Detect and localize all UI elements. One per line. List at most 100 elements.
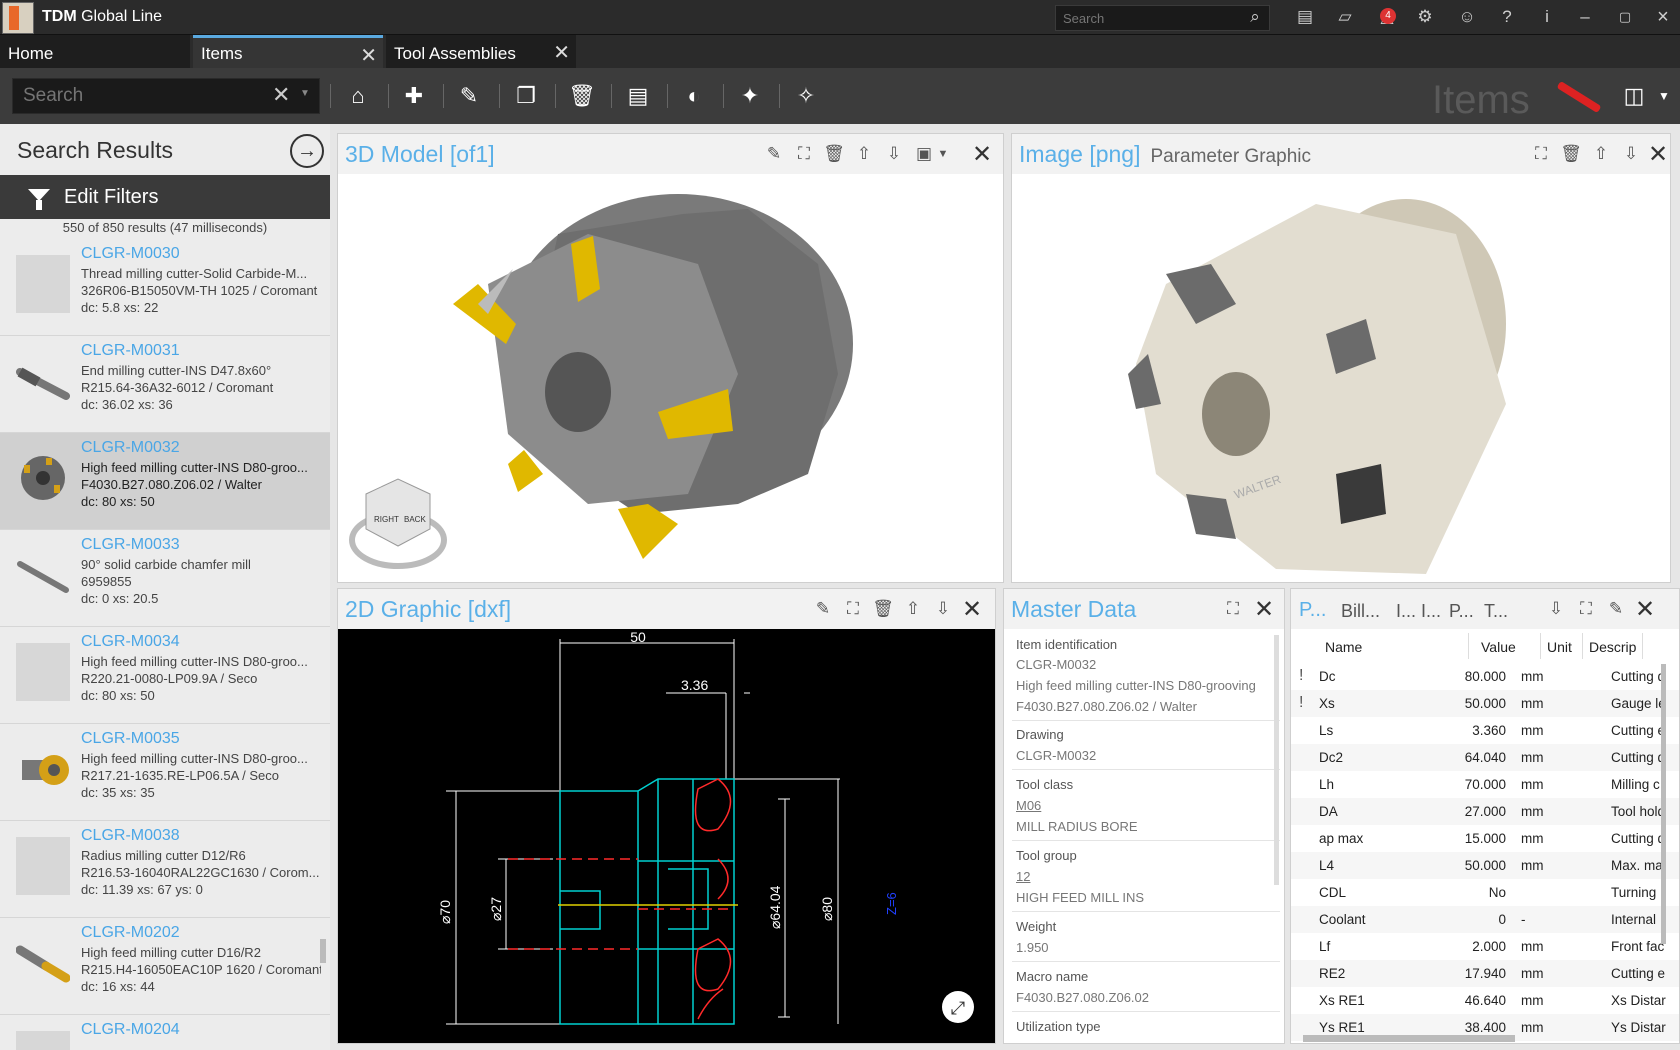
col-name[interactable]: Name [1319, 633, 1469, 659]
search-icon[interactable]: ⌕ [1244, 6, 1266, 28]
chevron-down-icon[interactable]: ▼ [300, 88, 310, 99]
global-search-input[interactable] [1055, 5, 1270, 31]
minimize-icon[interactable]: – [1574, 6, 1596, 28]
delete-icon[interactable]: 🗑 [568, 82, 596, 110]
notes-icon[interactable]: ▤ [1294, 6, 1316, 28]
table-row[interactable]: Coolant 0- Internal [1291, 906, 1679, 933]
table-row[interactable]: ! Dc 80.000 mm Cutting d [1291, 663, 1679, 690]
col-description[interactable]: Descrip [1583, 633, 1643, 659]
tab-bill[interactable]: Bill... [1341, 601, 1380, 622]
maximize-icon[interactable]: ▢ [1614, 6, 1636, 28]
fullscreen-icon[interactable]: ⛶ [1222, 598, 1244, 620]
user-icon[interactable]: ☺ [1456, 6, 1478, 28]
table-row[interactable]: Lf 2.000 mm Front fac [1291, 933, 1679, 960]
drawing-viewport[interactable]: 50 3.36 ⌀70 ⌀27 ⌀64.04 ⌀80 Z=6 ⤢ [338, 629, 995, 1043]
arrow-right-icon[interactable]: → [290, 134, 324, 168]
edit-icon[interactable]: ✎ [812, 598, 834, 620]
chevron-down-icon[interactable]: ▼ [932, 143, 954, 165]
col-unit[interactable]: Unit [1541, 633, 1583, 659]
close-icon[interactable]: ✕ [1648, 140, 1668, 169]
table-row[interactable]: Xs RE1 46.640 mm Xs Distar [1291, 987, 1679, 1014]
scrollbar[interactable] [1274, 635, 1279, 885]
param-value: 27.000 [1464, 804, 1506, 819]
item-code: R216.53-16040RAL22GC1630 / Corom... [81, 865, 320, 880]
tab-items[interactable]: Items ✕ [193, 35, 383, 69]
copy-icon[interactable]: ❐ [512, 82, 540, 110]
edit-icon[interactable]: ✎ [763, 143, 785, 165]
edit-filters-button[interactable]: Edit Filters [0, 175, 330, 219]
import-icon[interactable]: ⇩ [1545, 598, 1567, 620]
close-icon[interactable]: ✕ [1635, 595, 1655, 624]
table-row[interactable]: RE2 17.940 mm Cutting e [1291, 960, 1679, 987]
fullscreen-icon[interactable]: ⛶ [793, 143, 815, 165]
tool-class-link[interactable]: M06 [1016, 798, 1041, 813]
fullscreen-icon[interactable]: ⛶ [842, 598, 864, 620]
tab-tool-assemblies[interactable]: Tool Assemblies ✕ [386, 35, 576, 69]
compare-icon[interactable]: ◐ [680, 82, 708, 110]
close-icon[interactable]: ✕ [1254, 595, 1274, 624]
delete-icon[interactable]: 🗑 [823, 143, 845, 165]
list-item[interactable]: CLGR-M0038 Radius milling cutter D12/R6 … [0, 821, 330, 918]
chevron-down-icon[interactable]: ▼ [1650, 82, 1678, 110]
tab-parameters[interactable]: P... [1299, 599, 1326, 622]
table-row[interactable]: ap max 15.000 mm Cutting d [1291, 825, 1679, 852]
dim-64.04: ⌀64.04 [767, 885, 783, 929]
delete-icon[interactable]: 🗑 [1560, 143, 1582, 165]
tool-export-icon[interactable]: ✧ [792, 82, 820, 110]
table-row[interactable]: Lh 70.000 mm Milling c [1291, 771, 1679, 798]
download-icon[interactable]: ⇩ [932, 598, 954, 620]
horizontal-scrollbar[interactable] [1303, 1035, 1515, 1042]
tab-p2[interactable]: P... [1449, 601, 1474, 622]
list-item[interactable]: CLGR-M0204 [0, 1015, 330, 1050]
scrollbar[interactable] [320, 939, 326, 963]
fullscreen-icon[interactable]: ⛶ [1575, 598, 1597, 620]
help-icon[interactable]: ? [1496, 6, 1518, 28]
info-icon[interactable]: i [1536, 6, 1558, 28]
list-item[interactable]: CLGR-M0032 High feed milling cutter-INS … [0, 433, 330, 530]
thumbnail [16, 740, 70, 798]
list-item[interactable]: CLGR-M0031 End milling cutter-INS D47.8x… [0, 336, 330, 433]
tab-home[interactable]: Home [0, 35, 190, 69]
close-icon[interactable]: ✕ [972, 140, 992, 169]
col-value[interactable]: Value [1475, 633, 1541, 659]
list-item[interactable]: CLGR-M0034 High feed milling cutter-INS … [0, 627, 330, 724]
model3d-viewport[interactable]: RIGHT BACK [338, 174, 1003, 582]
upload-icon[interactable]: ⇧ [1590, 143, 1612, 165]
home-icon[interactable]: ⌂ [344, 82, 372, 110]
edit-icon[interactable]: ✎ [455, 82, 483, 110]
tab-t[interactable]: T... [1484, 601, 1508, 622]
fullscreen-icon[interactable]: ⛶ [1530, 143, 1552, 165]
table-row[interactable]: DA 27.000 mm Tool hold [1291, 798, 1679, 825]
download-icon[interactable]: ⇩ [883, 143, 905, 165]
tab-i2[interactable]: I... [1421, 601, 1441, 622]
upload-icon[interactable]: ⇧ [853, 143, 875, 165]
list-item[interactable]: CLGR-M0202 High feed milling cutter D16/… [0, 918, 330, 1015]
document-icon[interactable]: ▤ [624, 82, 652, 110]
list-item[interactable]: CLGR-M0030 Thread milling cutter-Solid C… [0, 239, 330, 336]
close-tab-icon[interactable]: ✕ [553, 40, 570, 65]
close-icon[interactable]: ✕ [962, 595, 982, 624]
clear-search-icon[interactable]: ✕ [272, 82, 290, 108]
edit-icon[interactable]: ✎ [1605, 598, 1627, 620]
delete-icon[interactable]: 🗑 [872, 598, 894, 620]
vertical-scrollbar[interactable] [1661, 664, 1666, 944]
expand-icon[interactable]: ⤢ [942, 991, 974, 1023]
tab-i1[interactable]: I... [1396, 601, 1416, 622]
table-row[interactable]: CDL No Turning [1291, 879, 1679, 906]
close-tab-icon[interactable]: ✕ [360, 43, 377, 68]
chat-icon[interactable]: ▱ [1334, 6, 1356, 28]
tool-group-link[interactable]: 12 [1016, 869, 1030, 884]
close-window-icon[interactable]: × [1652, 6, 1674, 28]
upload-icon[interactable]: ⇧ [902, 598, 924, 620]
add-icon[interactable]: ✚ [400, 82, 428, 110]
list-item[interactable]: CLGR-M0033 90° solid carbide chamfer mil… [0, 530, 330, 627]
tool-icon[interactable]: ✦ [736, 82, 764, 110]
table-row[interactable]: Ls 3.360 mm Cutting e [1291, 717, 1679, 744]
table-row[interactable]: ! Xs 50.000 mm Gauge le [1291, 690, 1679, 717]
download-icon[interactable]: ⇩ [1620, 143, 1642, 165]
table-row[interactable]: L4 50.000 mm Max. ma [1291, 852, 1679, 879]
table-row[interactable]: Dc2 64.040 mm Cutting d [1291, 744, 1679, 771]
list-item[interactable]: CLGR-M0035 High feed milling cutter-INS … [0, 724, 330, 821]
layout-icon[interactable]: ◫ [1620, 82, 1648, 110]
settings-icon[interactable]: ⚙ [1414, 6, 1436, 28]
